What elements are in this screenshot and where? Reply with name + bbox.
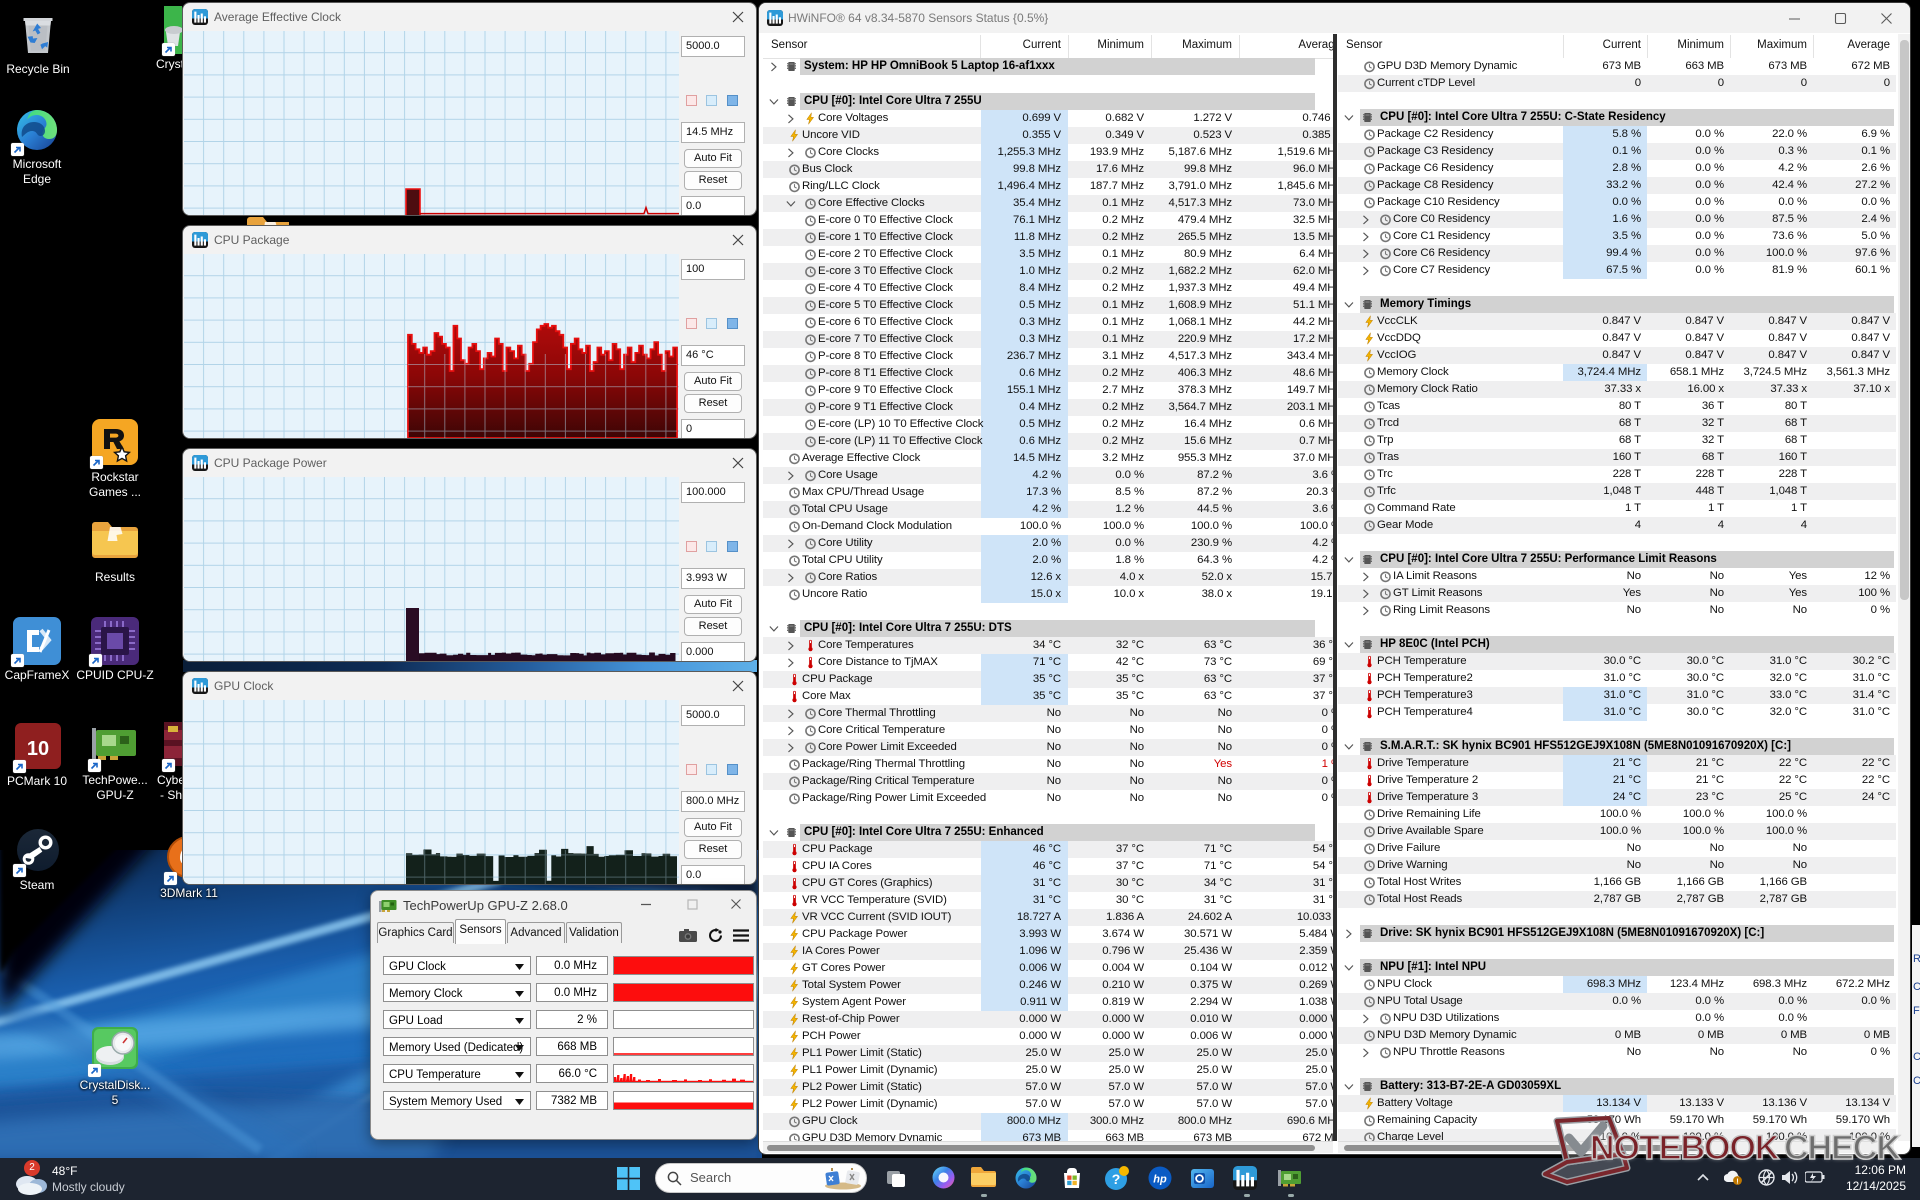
svg-text:10: 10 <box>27 738 49 760</box>
svg-text:hp: hp <box>1153 1174 1167 1186</box>
svg-text:?: ? <box>1112 1171 1121 1187</box>
